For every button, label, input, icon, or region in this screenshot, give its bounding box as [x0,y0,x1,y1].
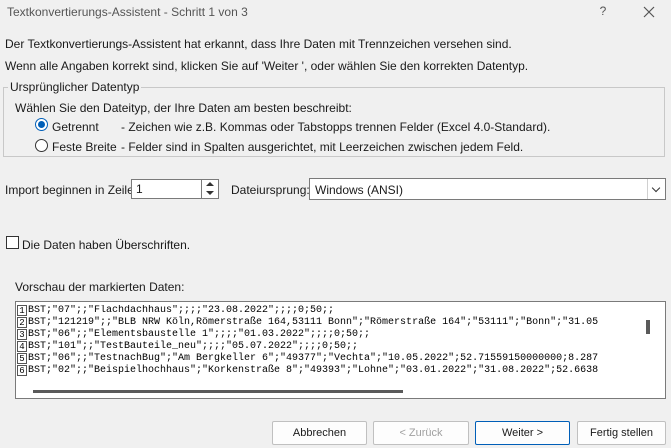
spin-down-icon[interactable] [202,189,218,198]
headers-checkbox-label[interactable]: Die Daten haben Überschriften. [22,238,190,252]
preview-line: 6 BST;"02";;"Beispielhochhaus";"Korkenstr… [17,365,645,377]
preview-line: 5 BST;"06";;"TestnachBug";"Am Bergkeller … [17,353,645,365]
back-button[interactable]: < Zurück [373,421,469,445]
preview-line: 2 BST;"121219";;"BLB NRW Köln,Römerstraße… [17,317,645,329]
intro-text-1: Der Textkonvertierungs-Assistent hat erk… [5,37,512,51]
import-start-label: Import beginnen in Zeile: [5,183,138,197]
radio-fixed-width-label[interactable]: Feste Breite [52,140,117,154]
preview-label: Vorschau der markierten Daten: [15,280,185,294]
import-start-input[interactable]: 1 [131,179,202,199]
preview-line: 1 BST;"07";;"Flachdachhaus";;;;"23.08.202… [17,305,645,317]
line-text: BST;"07";;"Flachdachhaus";;;;"23.08.2022… [28,305,335,316]
intro-text-2: Wenn alle Angaben korrekt sind, klicken … [5,59,529,73]
original-type-prompt: Wählen Sie den Dateityp, der Ihre Daten … [15,101,352,115]
file-origin-value: Windows (ANSI) [315,183,404,197]
radio-delimited-description: - Zeichen wie z.B. Kommas oder Tabstopps… [121,120,551,134]
line-text: BST;"02";;"Beispielhochhaus";"Korkenstra… [28,365,599,376]
close-button[interactable] [637,1,661,21]
spin-up-icon[interactable] [202,180,218,189]
file-origin-select[interactable]: Windows (ANSI) [309,178,666,200]
preview-line: 4 BST;"101";;"TestBauteile_neu";;;;"05.07… [17,341,645,353]
line-number: 4 [17,341,27,352]
preview-lines: 1 BST;"07";;"Flachdachhaus";;;;"23.08.202… [17,305,645,385]
radio-fixed-width[interactable] [35,139,48,152]
line-text: BST;"121219";;"BLB NRW Köln,Römerstraße … [28,317,599,328]
file-origin-label: Dateiursprung: [231,183,310,197]
radio-delimited[interactable] [35,118,48,131]
radio-fixed-width-description: - Felder sind in Spalten ausgerichtet, m… [121,140,524,154]
data-preview[interactable]: 1 BST;"07";;"Flachdachhaus";;;;"23.08.202… [15,301,666,399]
original-type-legend: Ursprünglicher Datentyp [8,80,142,94]
preview-line: 3 BST;"06";;"Elementsbaustelle 1";;;;"01.… [17,329,645,341]
finish-button[interactable]: Fertig stellen [577,421,666,445]
next-button[interactable]: Weiter > [475,421,570,445]
close-icon [643,6,655,18]
cancel-button[interactable]: Abbrechen [272,421,367,445]
line-number: 1 [17,305,27,316]
window-title: Textkonvertierungs-Assistent - Schritt 1… [7,5,248,19]
line-number: 3 [17,329,27,340]
headers-checkbox[interactable] [6,236,19,249]
title-bar: Textkonvertierungs-Assistent - Schritt 1… [0,0,671,24]
chevron-down-icon[interactable] [647,179,665,199]
line-number: 2 [17,317,27,328]
line-text: BST;"06";;"TestnachBug";"Am Bergkeller 6… [28,353,599,364]
line-number: 5 [17,353,27,364]
horizontal-scrollbar[interactable] [33,390,403,393]
line-text: BST;"06";;"Elementsbaustelle 1";;;;"01.0… [28,329,371,340]
line-number: 6 [17,365,27,376]
import-start-stepper[interactable] [202,179,219,199]
radio-delimited-label[interactable]: Getrennt [52,120,99,134]
help-button[interactable]: ? [593,4,613,20]
line-text: BST;"101";;"TestBauteile_neu";;;;"05.07.… [28,341,359,352]
vertical-scrollbar[interactable] [646,320,650,334]
